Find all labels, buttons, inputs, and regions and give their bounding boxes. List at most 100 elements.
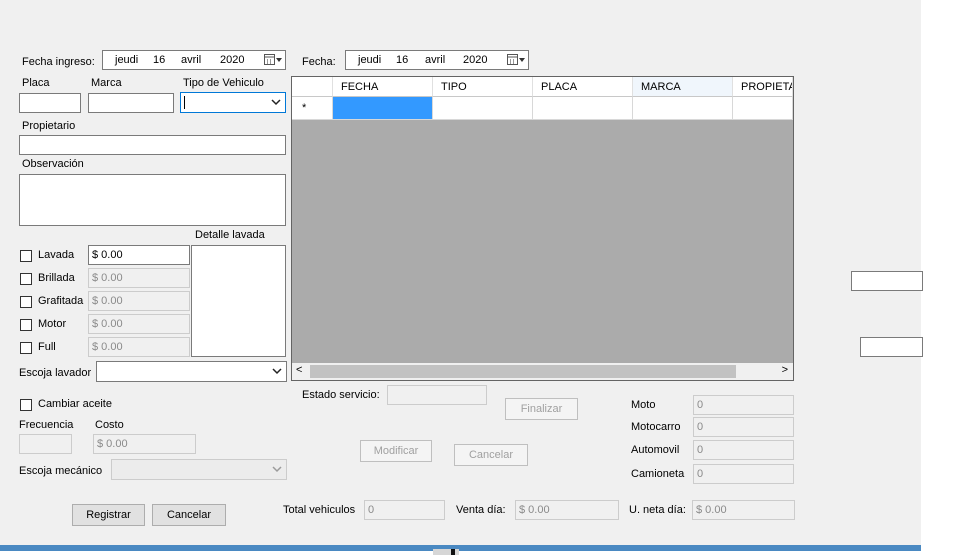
taskbar-marker [451,549,455,555]
brillada-price-input: $ 0.00 [88,268,190,288]
grid-row-header-corner [292,77,333,97]
full-price-input: $ 0.00 [88,337,190,357]
cancelar-button[interactable]: Cancelar [152,504,226,526]
offscreen-input-2[interactable] [860,337,923,357]
fecha-month: avril [425,54,446,66]
grid-column-propietario[interactable]: PROPIETA [733,77,793,97]
observacion-label: Observación [22,158,84,170]
moto-label: Moto [631,399,656,411]
camioneta-count: 0 [693,464,794,484]
table-row[interactable]: * [292,97,793,120]
lavador-select[interactable] [96,361,287,382]
propietario-input[interactable] [19,135,286,155]
u-neta-dia-value: $ 0.00 [692,500,795,520]
automovil-label: Automovil [631,444,680,456]
grid-header: FECHA TIPO PLACA MARCA PROPIETA [292,77,793,97]
full-label: Full [38,341,56,353]
estado-servicio-label: Estado servicio: [302,389,380,401]
new-row-marker: * [292,97,333,120]
motor-label: Motor [38,318,67,330]
brillada-label: Brillada [38,272,75,284]
placa-input[interactable] [19,93,81,113]
fecha-picker[interactable]: jeudi 16 avril 2020 [345,50,529,70]
motocarro-count: 0 [693,417,794,437]
grafitada-label: Grafitada [38,295,84,307]
horizontal-scrollbar[interactable]: < > [292,363,793,380]
grid-column-fecha[interactable]: FECHA [333,77,433,97]
propietario-label: Propietario [22,120,76,132]
u-neta-dia-label: U. neta día: [629,504,686,516]
scroll-thumb[interactable] [310,365,736,378]
frecuencia-label: Frecuencia [19,419,74,431]
scroll-right-icon[interactable]: > [782,364,788,376]
placa-label: Placa [22,77,50,89]
costo-input: $ 0.00 [93,434,196,454]
frecuencia-input [19,434,72,454]
grafitada-checkbox[interactable] [20,296,32,308]
grid-cell-placa[interactable] [533,97,633,120]
main-form: Fecha ingreso: jeudi 16 avril 2020 Fecha… [0,0,923,545]
fecha-day: 16 [396,54,409,66]
lavada-label: Lavada [38,249,75,261]
fecha-ingreso-dayname: jeudi [115,54,139,66]
chevron-down-icon [272,466,282,473]
chevron-down-icon [271,99,281,106]
escoja-mecanico-label: Escoja mecánico [19,465,103,477]
estado-servicio-input [387,385,487,405]
grid-cell-fecha[interactable] [333,97,433,120]
fecha-ingreso-month: avril [181,54,202,66]
marca-label: Marca [91,77,122,89]
escoja-lavador-label: Escoja lavador [19,367,92,379]
lavada-price-input[interactable]: $ 0.00 [88,245,190,265]
fecha-year: 2020 [463,54,488,66]
cambiar-aceite-checkbox[interactable] [20,399,32,411]
scroll-left-icon[interactable]: < [296,364,302,376]
detalle-lavada-list[interactable] [191,245,286,357]
total-vehiculos-value: 0 [364,500,445,520]
grafitada-price-input: $ 0.00 [88,291,190,311]
grid-column-tipo[interactable]: TIPO [433,77,533,97]
venta-dia-value: $ 0.00 [515,500,619,520]
lavada-checkbox[interactable] [20,250,32,262]
detalle-lavada-label: Detalle lavada [195,229,265,241]
costo-label: Costo [95,419,124,431]
grid-cell-marca[interactable] [633,97,733,120]
venta-dia-label: Venta día: [456,504,506,516]
fecha-ingreso-label: Fecha ingreso: [22,56,95,68]
finalizar-button: Finalizar [505,398,578,420]
calendar-dropdown-icon[interactable] [264,54,282,66]
cambiar-aceite-label: Cambiar aceite [38,398,112,410]
motor-checkbox[interactable] [20,319,32,331]
motocarro-label: Motocarro [631,421,681,433]
brillada-checkbox[interactable] [20,273,32,285]
grid-cell-propietario[interactable] [733,97,793,120]
mecanico-select [111,459,287,480]
fecha-label: Fecha: [302,56,336,68]
registrar-button[interactable]: Registrar [72,504,145,526]
marca-input[interactable] [88,93,174,113]
fecha-dayname: jeudi [358,54,382,66]
grid-column-placa[interactable]: PLACA [533,77,633,97]
total-vehiculos-label: Total vehiculos [283,504,356,516]
moto-count: 0 [693,395,794,415]
cancelar-modify-button: Cancelar [454,444,528,466]
fecha-ingreso-year: 2020 [220,54,245,66]
full-checkbox[interactable] [20,342,32,354]
taskbar-fragment [433,549,459,555]
vehicles-grid[interactable]: FECHA TIPO PLACA MARCA PROPIETA * < > [291,76,794,381]
offscreen-input-1[interactable] [851,271,923,291]
motor-price-input: $ 0.00 [88,314,190,334]
chevron-down-icon [272,368,282,375]
tipo-vehiculo-label: Tipo de Vehiculo [183,77,264,89]
grid-cell-tipo[interactable] [433,97,533,120]
camioneta-label: Camioneta [631,468,685,480]
fecha-ingreso-day: 16 [153,54,166,66]
calendar-dropdown-icon[interactable] [507,54,525,66]
observacion-textarea[interactable] [19,174,286,226]
grid-column-marca[interactable]: MARCA [633,77,733,97]
fecha-ingreso-picker[interactable]: jeudi 16 avril 2020 [102,50,286,70]
tipo-vehiculo-select[interactable] [180,92,286,113]
window-bottom-border [0,545,921,551]
automovil-count: 0 [693,440,794,460]
new-row-asterisk: * [302,102,307,114]
